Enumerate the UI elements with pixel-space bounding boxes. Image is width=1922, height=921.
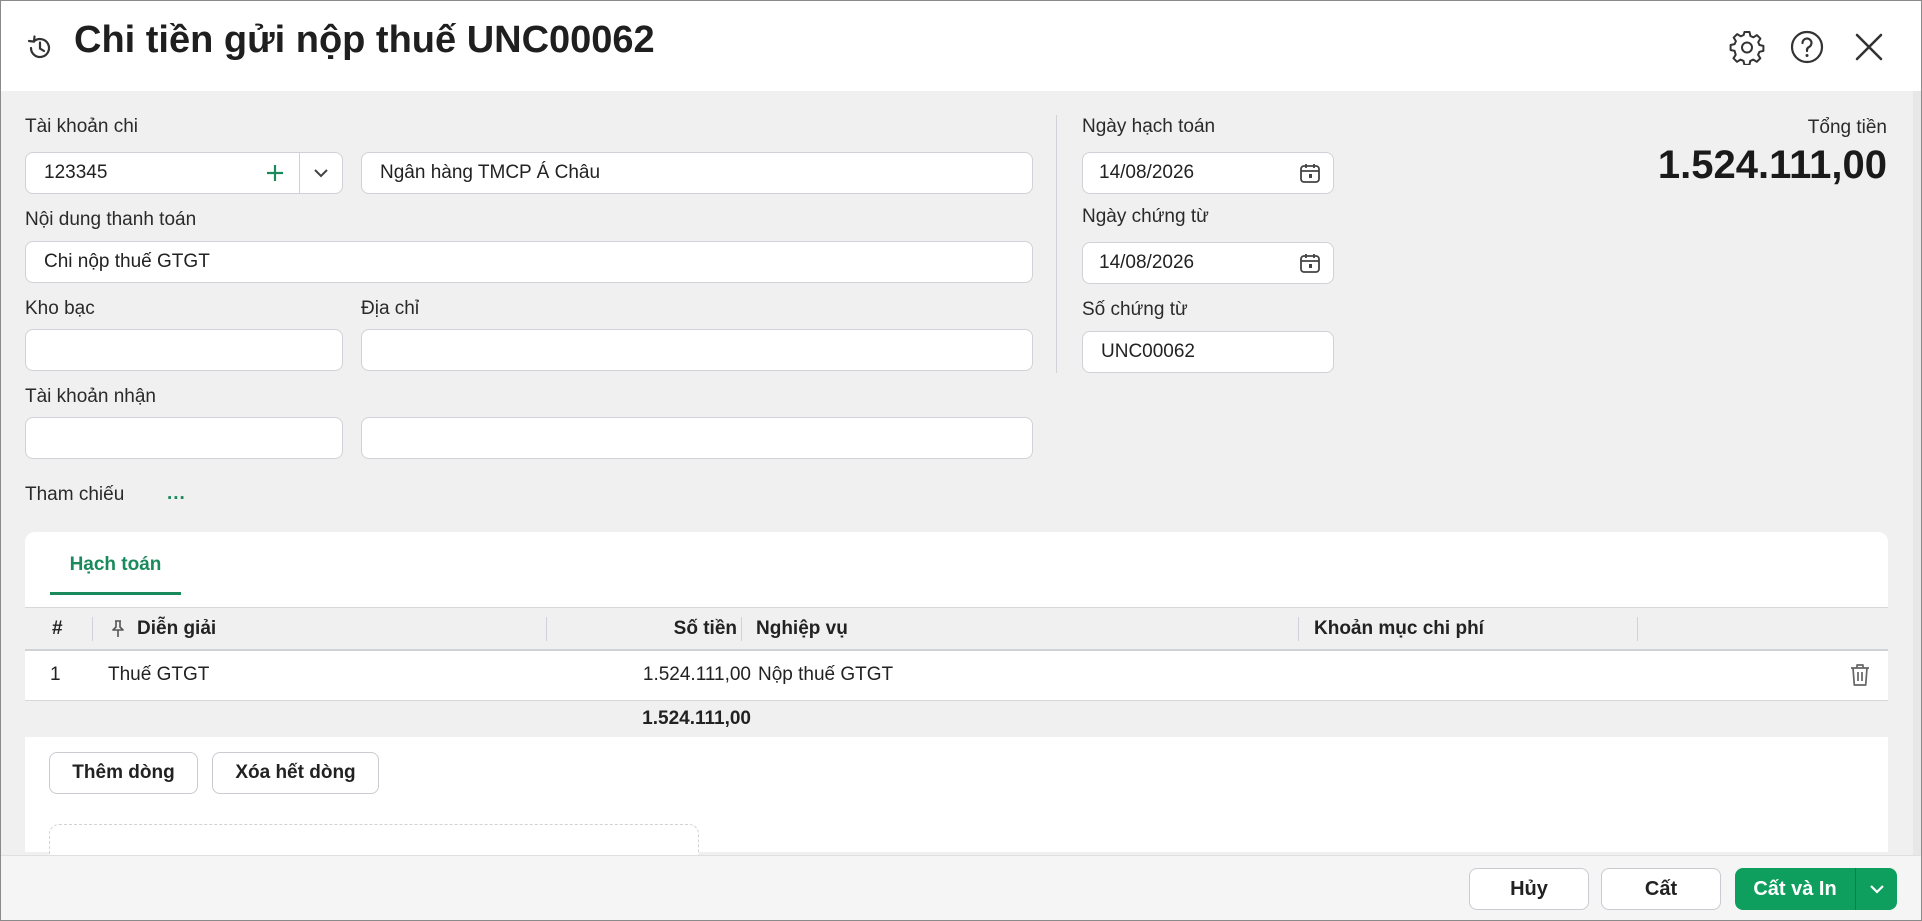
so-chung-tu-field[interactable]: UNC00062 — [1082, 331, 1334, 373]
voucher-window: Chi tiền gửi nộp thuế UNC00062 Tài khoản… — [0, 0, 1922, 921]
column-divider — [546, 617, 547, 641]
column-divider — [1637, 617, 1638, 641]
accounting-panel: Hạch toán # Diễn giải Số tiền Nghiệp vụ … — [25, 532, 1888, 884]
tai-khoan-chi-value: 123345 — [44, 162, 108, 183]
close-icon[interactable] — [1849, 27, 1889, 67]
tai-khoan-chi-label: Tài khoản chi — [25, 116, 139, 137]
page-title: Chi tiền gửi nộp thuế UNC00062 — [74, 19, 655, 61]
table-total-row: 1.524.111,00 — [25, 701, 1888, 737]
footer: Hủy Cất Cất và In — [1, 855, 1921, 920]
so-chung-tu-value: UNC00062 — [1101, 341, 1195, 362]
col-so-tien-header[interactable]: Số tiền — [674, 608, 737, 650]
bank-name-value: Ngân hàng TMCP Á Châu — [380, 162, 601, 183]
column-divider — [1298, 617, 1299, 641]
chevron-down-icon[interactable] — [301, 153, 341, 193]
column-divider — [741, 617, 742, 641]
section-divider — [1056, 115, 1057, 373]
kho-bac-label: Kho bạc — [25, 298, 95, 319]
pin-icon[interactable] — [111, 608, 125, 650]
tai-khoan-nhan-label: Tài khoản nhận — [25, 386, 156, 407]
save-print-button[interactable]: Cất và In — [1735, 868, 1855, 910]
ngay-chung-tu-field[interactable]: 14/08/2026 — [1082, 242, 1334, 284]
ngay-hach-toan-value: 14/08/2026 — [1099, 162, 1195, 183]
tai-khoan-nhan-name-field[interactable] — [361, 417, 1033, 459]
dia-chi-field[interactable] — [361, 329, 1033, 371]
dia-chi-label: Địa chỉ — [361, 298, 420, 319]
add-account-button[interactable] — [258, 153, 292, 193]
header: Chi tiền gửi nộp thuế UNC00062 — [1, 1, 1921, 91]
total-so-tien: 1.524.111,00 — [642, 708, 751, 729]
ngay-chung-tu-value: 14/08/2026 — [1099, 252, 1195, 273]
row-dien-giai[interactable]: Thuế GTGT — [108, 651, 209, 699]
tham-chieu-more-button[interactable]: ... — [167, 483, 186, 505]
tong-tien-label: Tổng tiền — [1807, 117, 1887, 138]
active-tab-indicator — [50, 592, 181, 595]
ngay-hach-toan-field[interactable]: 14/08/2026 — [1082, 152, 1334, 194]
noi-dung-value: Chi nộp thuế GTGT — [44, 251, 210, 272]
gear-icon[interactable] — [1727, 27, 1767, 67]
help-icon[interactable] — [1787, 27, 1827, 67]
tong-tien-value: 1.524.111,00 — [1657, 143, 1887, 187]
calendar-icon[interactable] — [1299, 162, 1321, 184]
row-nghiep-vu[interactable]: Nộp thuế GTGT — [758, 651, 893, 699]
combo-divider — [299, 153, 300, 193]
so-chung-tu-label: Số chứng từ — [1082, 299, 1188, 320]
col-khoan-muc-header[interactable]: Khoản mục chi phí — [1314, 608, 1484, 650]
tab-hach-toan[interactable]: Hạch toán — [50, 554, 181, 594]
ngay-chung-tu-label: Ngày chứng từ — [1082, 206, 1209, 227]
kho-bac-field[interactable] — [25, 329, 343, 371]
history-icon[interactable] — [25, 33, 55, 63]
tham-chieu-label: Tham chiếu — [25, 484, 125, 505]
save-print-split-button: Cất và In — [1735, 868, 1897, 910]
noi-dung-field[interactable]: Chi nộp thuế GTGT — [25, 241, 1033, 283]
trash-icon[interactable] — [1849, 651, 1871, 699]
save-button[interactable]: Cất — [1601, 868, 1721, 910]
row-so-tien[interactable]: 1.524.111,00 — [643, 651, 751, 699]
ngay-hach-toan-label: Ngày hạch toán — [1082, 116, 1216, 137]
tai-khoan-chi-combo[interactable]: 123345 — [25, 152, 343, 194]
scrollbar[interactable] — [1913, 91, 1921, 855]
table-header: # Diễn giải Số tiền Nghiệp vụ Khoản mục … — [25, 607, 1888, 651]
bank-name-field[interactable]: Ngân hàng TMCP Á Châu — [361, 152, 1033, 194]
clear-rows-button[interactable]: Xóa hết dòng — [212, 752, 379, 794]
add-row-button[interactable]: Thêm dòng — [49, 752, 198, 794]
chevron-down-icon[interactable] — [1856, 868, 1897, 910]
col-dien-giai-header[interactable]: Diễn giải — [137, 608, 216, 650]
noi-dung-label: Nội dung thanh toán — [25, 209, 197, 230]
cancel-button[interactable]: Hủy — [1469, 868, 1589, 910]
row-index: 1 — [50, 664, 61, 685]
column-divider — [92, 617, 93, 641]
tai-khoan-nhan-field[interactable] — [25, 417, 343, 459]
calendar-icon[interactable] — [1299, 252, 1321, 274]
table-row[interactable]: 1 Thuế GTGT 1.524.111,00 Nộp thuế GTGT — [25, 651, 1888, 701]
col-nghiep-vu-header[interactable]: Nghiệp vụ — [756, 608, 848, 650]
col-index-header: # — [52, 618, 63, 639]
